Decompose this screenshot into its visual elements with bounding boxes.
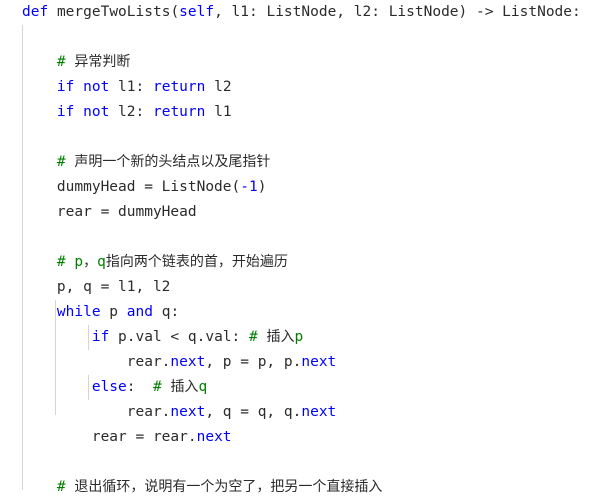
code-line[interactable]: rear = dummyHead bbox=[0, 200, 615, 225]
code-token-cmt: # bbox=[22, 479, 75, 495]
code-token-pln bbox=[48, 4, 57, 20]
code-token-cmt-cjk: 指向两个链表的首，开始遍历 bbox=[105, 254, 288, 270]
code-token-pln: ( bbox=[170, 4, 180, 20]
code-token-cmt: # bbox=[22, 154, 75, 170]
code-token-cmt-cjk: 声明一个新的头结点以及尾指针 bbox=[74, 154, 271, 170]
code-line[interactable]: if p.val < q.val: # 插入p bbox=[0, 325, 615, 350]
code-token-attr: next bbox=[301, 354, 337, 370]
code-token-cmt: # bbox=[249, 329, 267, 345]
code-line[interactable]: p, q = l1, l2 bbox=[0, 275, 615, 300]
code-token-kw: return bbox=[152, 79, 206, 95]
code-line[interactable]: # 异常判断 bbox=[0, 50, 615, 75]
code-token-attr: next bbox=[170, 354, 206, 370]
code-token-cmt-cjk: 插入 bbox=[266, 329, 295, 345]
code-line[interactable]: rear.next, q = q, q.next bbox=[0, 400, 615, 425]
code-line[interactable]: dummyHead = ListNode(-1) bbox=[0, 175, 615, 200]
code-token-pln bbox=[74, 104, 83, 120]
code-token-pln: rear. bbox=[22, 404, 171, 420]
code-token-kw: return bbox=[152, 104, 206, 120]
code-token-cmt: # p bbox=[22, 254, 84, 270]
code-token-cmt: q bbox=[97, 254, 106, 270]
code-line[interactable] bbox=[0, 25, 615, 50]
code-token-pln: l2: bbox=[109, 104, 153, 120]
code-token-pln: dummyHead = ListNode( bbox=[22, 179, 241, 195]
code-line[interactable]: rear.next, p = p, p.next bbox=[0, 350, 615, 375]
code-token-kw: def bbox=[22, 4, 49, 20]
code-token-kw: if bbox=[91, 329, 110, 345]
code-line[interactable] bbox=[0, 450, 615, 475]
code-token-pln: , q = q, q. bbox=[205, 404, 302, 420]
code-token-pln: mergeTwoLists bbox=[56, 4, 171, 20]
code-token-num: -1 bbox=[240, 179, 258, 195]
code-token-pln: ) bbox=[257, 179, 267, 195]
code-token-kw: and bbox=[126, 304, 153, 320]
code-token-kw: if bbox=[56, 104, 75, 120]
code-token-kw: if bbox=[56, 79, 75, 95]
code-token-cmt-cjk: 插入 bbox=[170, 379, 199, 395]
code-token-pln: p.val < q.val: bbox=[109, 329, 249, 345]
code-token-pln: rear. bbox=[22, 354, 171, 370]
code-token-pln: l1 bbox=[205, 104, 232, 120]
code-token-kw: not bbox=[83, 104, 110, 120]
code-line[interactable]: # 声明一个新的头结点以及尾指针 bbox=[0, 150, 615, 175]
code-token-cmt: # bbox=[22, 54, 75, 70]
code-token-attr: next bbox=[301, 404, 337, 420]
code-token-pln bbox=[22, 79, 57, 95]
code-token-cmt-cjk: ， bbox=[83, 254, 98, 270]
code-line[interactable]: if not l2: return l1 bbox=[0, 100, 615, 125]
code-token-cmt: # bbox=[152, 379, 171, 395]
code-token-pln: , l1: ListNode, l2: ListNode) -> ListNod… bbox=[214, 4, 581, 20]
code-token-pln: p bbox=[100, 304, 127, 320]
code-line[interactable]: def mergeTwoLists(self, l1: ListNode, l2… bbox=[0, 0, 615, 25]
code-token-pln bbox=[22, 304, 57, 320]
code-content[interactable]: def mergeTwoLists(self, l1: ListNode, l2… bbox=[0, 0, 615, 500]
code-token-kw: else bbox=[91, 379, 127, 395]
code-token-pln: : bbox=[126, 379, 153, 395]
code-token-cmt-cjk: 异常判断 bbox=[74, 54, 131, 70]
code-token-pln: p, q = l1, l2 bbox=[22, 279, 171, 295]
code-token-pln bbox=[22, 379, 92, 395]
code-line[interactable] bbox=[0, 225, 615, 250]
code-editor-viewport: def mergeTwoLists(self, l1: ListNode, l2… bbox=[0, 0, 615, 500]
code-line[interactable]: rear = rear.next bbox=[0, 425, 615, 450]
code-token-pln: rear = rear. bbox=[22, 429, 197, 445]
code-line[interactable]: # 退出循环，说明有一个为空了，把另一个直接插入 bbox=[0, 475, 615, 500]
code-token-pln bbox=[74, 79, 83, 95]
code-token-kw: not bbox=[83, 79, 110, 95]
code-token-cmt-cjk: 退出循环，说明有一个为空了，把另一个直接插入 bbox=[74, 479, 383, 495]
code-token-pln: l2 bbox=[205, 79, 232, 95]
code-token-cmt: q bbox=[198, 379, 208, 395]
code-line[interactable]: if not l1: return l2 bbox=[0, 75, 615, 100]
code-token-attr: next bbox=[196, 429, 232, 445]
code-token-cmt: p bbox=[294, 329, 304, 345]
code-token-self: self bbox=[179, 4, 215, 20]
code-line[interactable]: else: # 插入q bbox=[0, 375, 615, 400]
code-token-pln: q: bbox=[152, 304, 180, 320]
code-token-pln bbox=[22, 104, 57, 120]
code-token-kw: while bbox=[56, 304, 101, 320]
code-token-pln: rear = dummyHead bbox=[22, 204, 197, 220]
code-token-pln bbox=[22, 329, 92, 345]
code-token-pln: , p = p, p. bbox=[205, 354, 302, 370]
code-line[interactable]: # p，q指向两个链表的首，开始遍历 bbox=[0, 250, 615, 275]
code-token-attr: next bbox=[170, 404, 206, 420]
code-line[interactable]: while p and q: bbox=[0, 300, 615, 325]
code-line[interactable] bbox=[0, 125, 615, 150]
code-token-pln: l1: bbox=[109, 79, 153, 95]
